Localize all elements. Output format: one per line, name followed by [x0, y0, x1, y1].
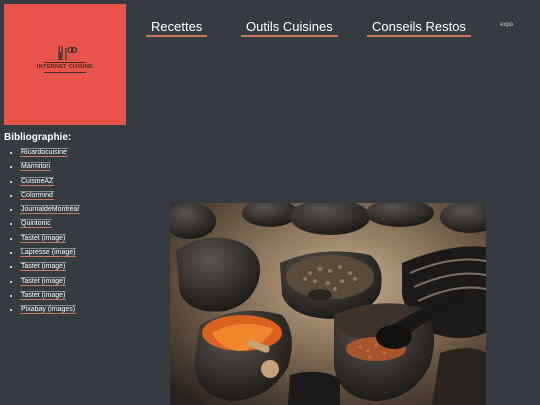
list-item: Ricardocuisine [20, 146, 80, 160]
biblio-link[interactable]: Pixabay (images) [20, 305, 77, 315]
list-item: Lapresse (image) [20, 246, 80, 260]
nav-link-conseils-restos[interactable]: Conseils Restos [367, 19, 471, 37]
list-item: Colormind [20, 189, 80, 203]
biblio-link[interactable]: Tastet (image) [20, 276, 67, 286]
nav-link-recettes[interactable]: Recettes [146, 19, 208, 37]
list-item: Tastet (image) [20, 275, 80, 289]
spice-bowls-illustration [170, 203, 486, 405]
list-item: Tastet (image) [20, 289, 80, 303]
nav-small-link[interactable]: expo [500, 22, 513, 28]
list-item: Tastet (image) [20, 260, 80, 274]
list-item: CuisineAZ [20, 175, 80, 189]
biblio-link[interactable]: Tastet (image) [20, 290, 67, 300]
logo-rule-top [44, 62, 86, 63]
spice-bowls-image [170, 203, 486, 405]
list-item: Tastet (image) [20, 232, 80, 246]
list-item: Marmiton [20, 160, 80, 174]
list-item: Quintonic [20, 217, 80, 231]
site-logo[interactable]: INTERNET CUISINE [4, 4, 126, 125]
biblio-link[interactable]: Ricardocuisine [20, 148, 68, 157]
logo-text: INTERNET CUISINE [36, 64, 94, 70]
biblio-link[interactable]: Marmiton [20, 162, 52, 172]
biblio-link[interactable]: Quintonic [20, 219, 52, 229]
biblio-link[interactable]: Lapresse (image) [20, 248, 77, 258]
logo-rule-bottom [44, 72, 86, 73]
bibliography-title: Bibliographie: [4, 132, 72, 143]
biblio-link[interactable]: Tastet (image) [20, 233, 67, 243]
biblio-link[interactable]: Colormind [20, 190, 54, 200]
biblio-link[interactable]: Tastet (image) [20, 262, 67, 272]
list-item: JournaldeMontréal [20, 203, 80, 217]
list-item: Pixabay (images) [20, 303, 80, 317]
nav-link-outils-cuisines[interactable]: Outils Cuisines [241, 19, 338, 37]
biblio-link[interactable]: JournaldeMontréal [20, 205, 80, 215]
bibliography-list: Ricardocuisine Marmiton CuisineAZ Colorm… [10, 146, 80, 318]
biblio-link[interactable]: CuisineAZ [20, 176, 55, 186]
